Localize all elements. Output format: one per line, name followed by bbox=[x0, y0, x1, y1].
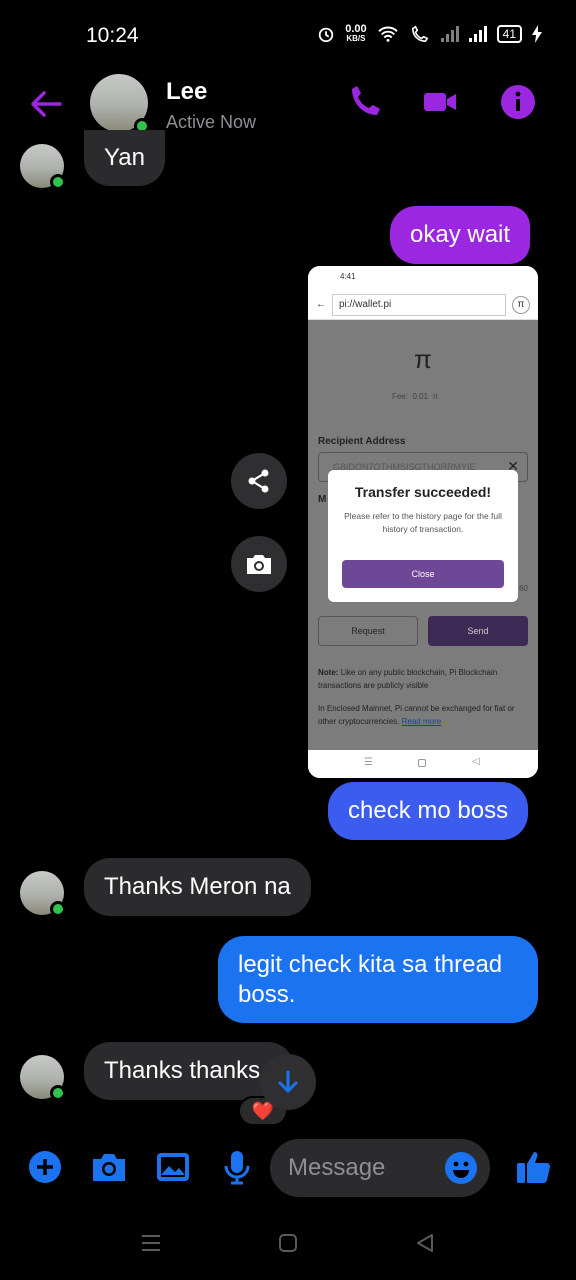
arrow-down-icon bbox=[278, 1070, 298, 1094]
pi-symbol: π bbox=[414, 344, 432, 374]
status-time: 10:24 bbox=[86, 24, 139, 47]
share-button[interactable] bbox=[231, 453, 287, 509]
shared-screenshot-image[interactable]: 4:41 ← pi://wallet.pi π π Fee: 0.01 π Re… bbox=[308, 266, 538, 778]
contact-name[interactable]: Lee bbox=[166, 78, 207, 106]
sender-avatar[interactable] bbox=[20, 144, 66, 190]
message-bubble-outgoing[interactable]: legit check kita sa thread boss. bbox=[218, 936, 538, 1023]
message-bubble-incoming[interactable]: Thanks Meron na bbox=[84, 858, 311, 916]
note-text: Note: Like on any public blockchain, Pi … bbox=[318, 668, 498, 690]
transfer-success-modal: Transfer succeeded! Please refer to the … bbox=[328, 470, 518, 602]
message-bubble-outgoing[interactable]: okay wait bbox=[390, 206, 531, 264]
screenshot-browser-bar: ← pi://wallet.pi π bbox=[308, 290, 538, 320]
alarm-icon bbox=[319, 27, 334, 43]
message-text: check mo boss bbox=[348, 797, 509, 824]
screenshot-status-bar: 4:41 bbox=[308, 266, 538, 290]
emoji-icon[interactable] bbox=[444, 1151, 478, 1185]
volte-call-icon bbox=[411, 25, 429, 43]
signal-icon bbox=[440, 26, 459, 42]
status-icons: 0.00 KB/S 41 bbox=[317, 24, 542, 44]
phone-call-icon[interactable] bbox=[346, 84, 382, 120]
message-composer: Message bbox=[0, 1136, 576, 1200]
share-icon bbox=[248, 469, 269, 493]
sender-avatar[interactable] bbox=[20, 1055, 66, 1101]
memo-label: M bbox=[318, 494, 327, 505]
screenshot-url: pi://wallet.pi bbox=[332, 293, 506, 316]
modal-text: Please refer to the history page for the… bbox=[344, 511, 502, 534]
wifi-icon bbox=[377, 26, 398, 42]
screenshot-back-icon: ← bbox=[316, 299, 326, 310]
message-input[interactable]: Message bbox=[270, 1139, 490, 1197]
network-speed: 0.00 KB/S bbox=[345, 23, 367, 44]
mainnet-text: In Enclosed Mainnet, Pi cannot be exchan… bbox=[318, 704, 515, 726]
screenshot-pi-icon: π bbox=[512, 295, 530, 314]
microphone-icon[interactable] bbox=[218, 1148, 256, 1186]
fee-row: Fee: 0.01 π bbox=[392, 392, 439, 401]
signal-icon bbox=[468, 26, 487, 42]
online-indicator bbox=[50, 901, 66, 917]
message-text: legit check kita sa thread boss. bbox=[238, 950, 503, 1008]
online-indicator bbox=[50, 174, 66, 190]
modal-close-button: Close bbox=[342, 560, 504, 588]
charging-icon bbox=[532, 25, 542, 43]
send-button: Send bbox=[428, 616, 528, 646]
gallery-icon[interactable] bbox=[154, 1148, 192, 1186]
video-call-icon[interactable] bbox=[422, 84, 458, 120]
menu-icon[interactable] bbox=[140, 1232, 162, 1254]
camera-icon[interactable] bbox=[90, 1148, 128, 1186]
status-bar: 10:24 0.00 KB/S 41 bbox=[0, 0, 576, 70]
system-navigation-bar bbox=[0, 1220, 576, 1270]
back-triangle-icon[interactable] bbox=[414, 1232, 436, 1254]
plus-icon[interactable] bbox=[26, 1148, 64, 1186]
balance-fragment: 60 bbox=[519, 584, 528, 593]
message-text: okay wait bbox=[410, 221, 511, 248]
back-arrow-icon[interactable] bbox=[26, 84, 66, 124]
modal-title: Transfer succeeded! bbox=[354, 484, 492, 500]
camera-icon bbox=[247, 555, 271, 574]
info-icon[interactable] bbox=[500, 84, 536, 120]
scroll-to-bottom-button[interactable] bbox=[260, 1054, 316, 1110]
message-text: Thanks thanks bbox=[104, 1057, 261, 1084]
thumbs-up-icon[interactable] bbox=[514, 1146, 554, 1186]
message-text: Thanks Meron na bbox=[104, 873, 291, 900]
active-status: Active Now bbox=[166, 112, 257, 132]
message-bubble-outgoing[interactable]: check mo boss bbox=[328, 782, 529, 840]
screenshot-nav-bar: ☰ ◁ bbox=[308, 750, 538, 778]
save-image-button[interactable] bbox=[231, 536, 287, 592]
home-icon[interactable] bbox=[277, 1232, 299, 1254]
request-button: Request bbox=[318, 616, 418, 646]
sender-avatar[interactable] bbox=[20, 871, 66, 917]
battery-indicator: 41 bbox=[496, 25, 522, 43]
message-text: Yan bbox=[104, 144, 145, 171]
online-indicator bbox=[50, 1085, 66, 1101]
contact-avatar[interactable] bbox=[90, 74, 150, 134]
screenshot-wallet-page: π Fee: 0.01 π Recipient Address GBIDON7O… bbox=[308, 320, 538, 750]
message-placeholder: Message bbox=[288, 1154, 386, 1181]
recipient-label: Recipient Address bbox=[318, 436, 406, 447]
message-bubble-incoming[interactable]: Yan bbox=[84, 130, 165, 186]
